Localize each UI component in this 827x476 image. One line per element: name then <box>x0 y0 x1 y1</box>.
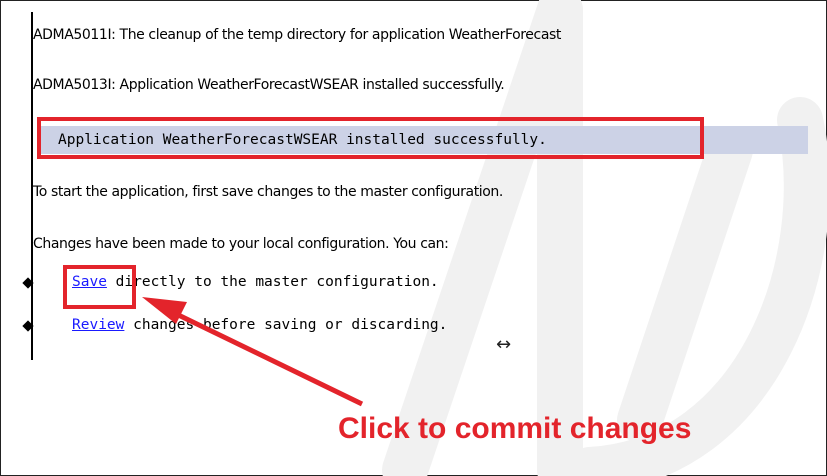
review-link[interactable]: Review <box>72 317 124 333</box>
save-highlight-box <box>63 265 136 309</box>
banner-highlight-box <box>37 117 704 159</box>
install-message: ADMA5013I: Application WeatherForecastWS… <box>33 77 505 93</box>
review-action-line: Review changes before saving or discardi… <box>72 317 447 333</box>
callout-text: Click to commit changes <box>338 412 692 445</box>
start-instruction: To start the application, first save cha… <box>33 184 503 200</box>
save-action-text: directly to the master configuration. <box>106 274 439 290</box>
cleanup-message: ADMA5011I: The cleanup of the temp direc… <box>33 27 561 43</box>
resize-cursor-icon: ↔ <box>496 334 512 355</box>
review-action-text: changes before saving or discarding. <box>124 317 448 333</box>
changes-instruction: Changes have been made to your local con… <box>33 236 449 252</box>
screenshot-page: ADMA5011I: The cleanup of the temp direc… <box>0 0 827 476</box>
